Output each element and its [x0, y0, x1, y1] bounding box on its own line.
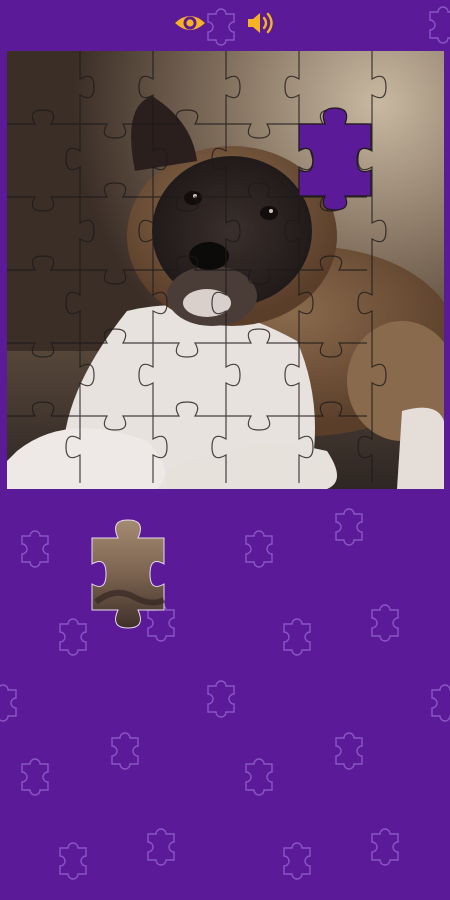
sound-button[interactable]	[242, 6, 278, 40]
puzzle-board[interactable]	[7, 51, 444, 489]
loose-puzzle-piece[interactable]	[88, 510, 168, 640]
speaker-icon	[248, 12, 273, 34]
top-toolbar	[0, 0, 450, 48]
preview-button[interactable]	[172, 6, 208, 40]
puzzle-image	[7, 51, 444, 489]
eye-icon	[175, 16, 205, 30]
piece-tray	[0, 490, 450, 900]
